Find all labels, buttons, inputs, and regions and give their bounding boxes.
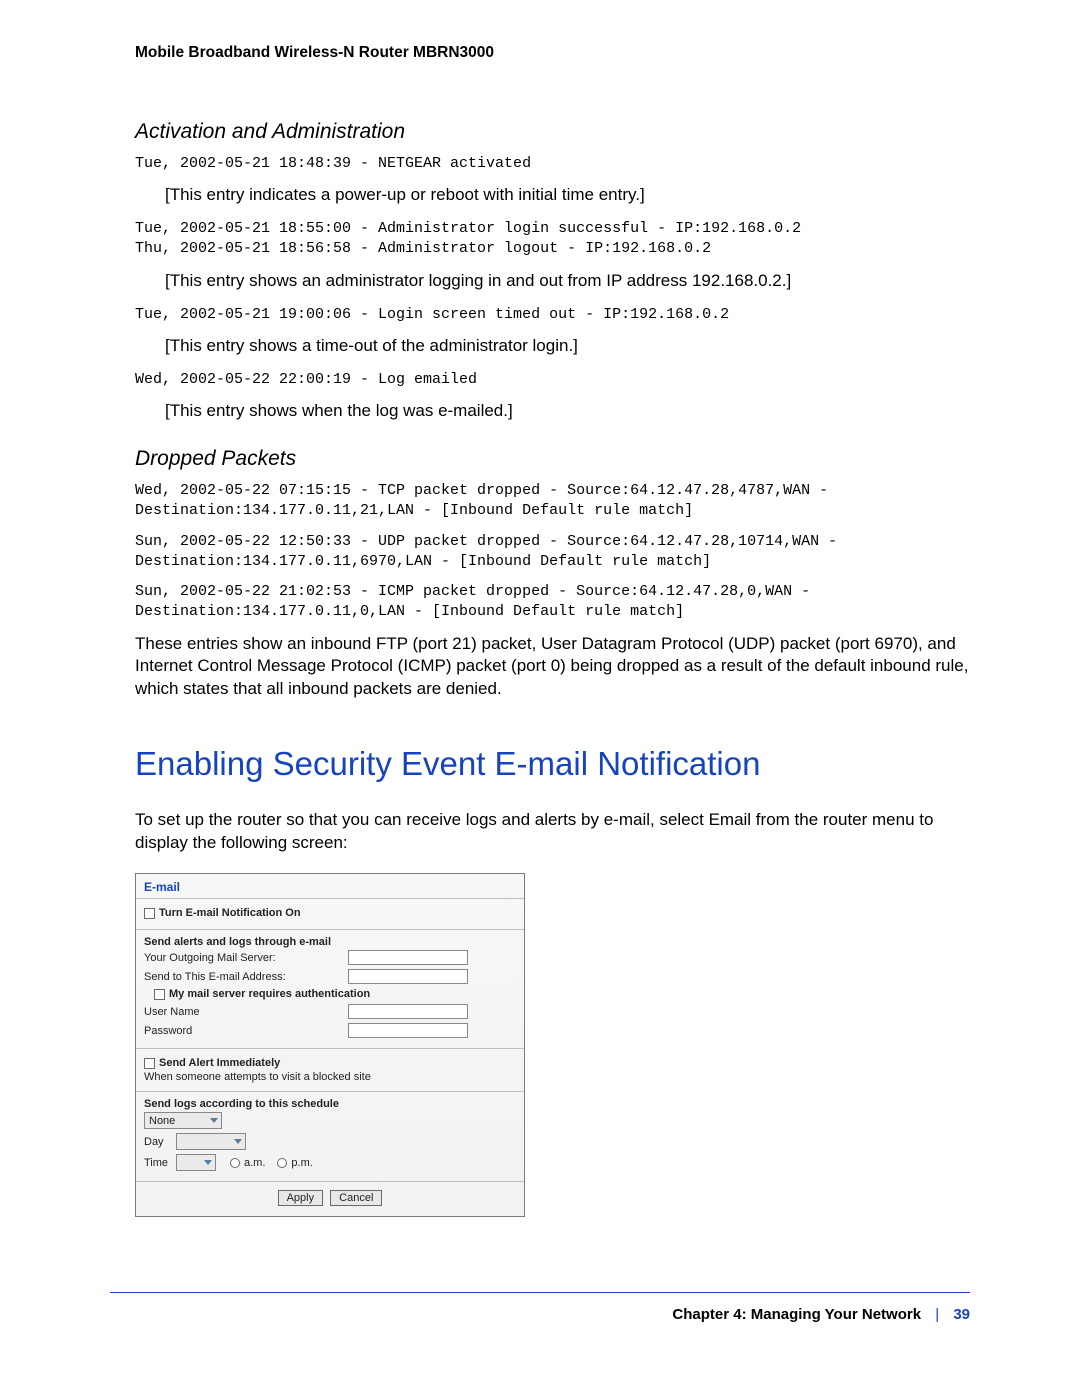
footer-page-number: 39 (953, 1306, 970, 1323)
apply-button[interactable]: Apply (278, 1190, 324, 1206)
footer-divider: | (935, 1306, 939, 1323)
outgoing-server-label: Your Outgoing Mail Server: (144, 952, 344, 964)
log-line: Sun, 2002-05-22 21:02:53 - ICMP packet d… (135, 582, 970, 623)
password-label: Password (144, 1025, 344, 1037)
am-radio[interactable] (230, 1158, 240, 1168)
log-comment: [This entry shows a time-out of the admi… (165, 335, 970, 358)
log-comment: [This entry indicates a power-up or rebo… (165, 184, 970, 207)
send-alert-immediately-checkbox[interactable] (144, 1058, 155, 1069)
username-input[interactable] (348, 1004, 468, 1019)
am-label: a.m. (244, 1157, 265, 1169)
log-line: Sun, 2002-05-22 12:50:33 - UDP packet dr… (135, 532, 970, 573)
send-alert-immediately-label: Send Alert Immediately (159, 1057, 280, 1069)
day-select[interactable] (176, 1133, 246, 1150)
cancel-button[interactable]: Cancel (330, 1190, 382, 1206)
log-line: Tue, 2002-05-21 18:55:00 - Administrator… (135, 219, 970, 260)
email-config-panel: E-mail Turn E-mail Notification On Send … (135, 873, 525, 1217)
log-line: Tue, 2002-05-21 19:00:06 - Login screen … (135, 305, 970, 325)
day-label: Day (144, 1136, 172, 1148)
footer-chapter: Chapter 4: Managing Your Network (672, 1306, 921, 1323)
log-comment: [This entry shows an administrator loggi… (165, 270, 970, 293)
log-comment: [This entry shows when the log was e-mai… (165, 400, 970, 423)
alert-description: When someone attempts to visit a blocked… (144, 1071, 516, 1083)
auth-required-label: My mail server requires authentication (169, 988, 370, 1000)
log-line: Wed, 2002-05-22 22:00:19 - Log emailed (135, 370, 970, 390)
time-label: Time (144, 1157, 172, 1169)
log-line: Tue, 2002-05-21 18:48:39 - NETGEAR activ… (135, 154, 970, 174)
turn-on-checkbox[interactable] (144, 908, 155, 919)
log-line: Wed, 2002-05-22 07:15:15 - TCP packet dr… (135, 481, 970, 522)
body-paragraph: These entries show an inbound FTP (port … (135, 633, 970, 702)
time-select[interactable] (176, 1154, 216, 1171)
pm-radio[interactable] (277, 1158, 287, 1168)
send-to-address-input[interactable] (348, 969, 468, 984)
body-paragraph: To set up the router so that you can rec… (135, 809, 970, 855)
page-footer: Chapter 4: Managing Your Network | 39 (672, 1306, 970, 1323)
running-header: Mobile Broadband Wireless-N Router MBRN3… (135, 44, 970, 62)
subhead-activation: Activation and Administration (135, 120, 970, 144)
password-input[interactable] (348, 1023, 468, 1038)
outgoing-server-input[interactable] (348, 950, 468, 965)
auth-required-checkbox[interactable] (154, 989, 165, 1000)
subhead-dropped: Dropped Packets (135, 447, 970, 471)
footer-rule (110, 1292, 970, 1293)
panel-title: E-mail (136, 874, 524, 898)
send-to-address-label: Send to This E-mail Address: (144, 971, 344, 983)
turn-on-label: Turn E-mail Notification On (159, 907, 301, 919)
pm-label: p.m. (291, 1157, 312, 1169)
schedule-select[interactable]: None (144, 1112, 222, 1129)
send-alerts-header: Send alerts and logs through e-mail (144, 936, 516, 948)
username-label: User Name (144, 1006, 344, 1018)
section-heading: Enabling Security Event E-mail Notificat… (135, 745, 970, 783)
schedule-header: Send logs according to this schedule (144, 1098, 516, 1110)
